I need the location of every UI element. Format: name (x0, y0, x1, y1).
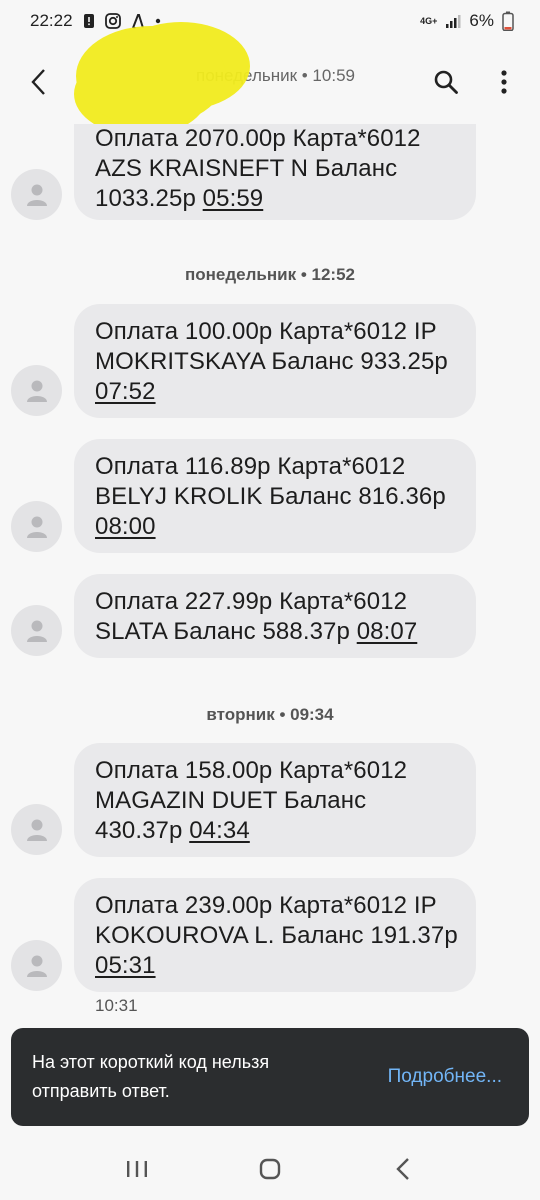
instagram-icon (104, 13, 121, 29)
sender-avatar (11, 940, 62, 991)
message-text: SLATA Баланс 588.37р (95, 618, 357, 645)
status-right: 4G+ 6% (420, 11, 514, 31)
conversation-title: понедельник • 10:59 (76, 26, 424, 126)
message-line: Оплата 158.00р Карта*6012 (95, 757, 408, 784)
date-separator: понедельник • 12:52 (185, 265, 355, 284)
message-list: Оплата 2070.00р Карта*6012 AZS KRAISNEFT… (0, 0, 540, 1200)
home-button[interactable] (240, 1144, 300, 1194)
message-line: MAGAZIN DUET Баланс (95, 787, 367, 814)
more-vert-icon (501, 70, 507, 94)
message-line: Оплата 116.89р Карта*6012 (95, 453, 406, 480)
message-line: Оплата 2070.00р Карта*6012 (95, 125, 421, 152)
alert-icon (83, 13, 95, 29)
message-bubble[interactable]: Оплата 158.00р Карта*6012 MAGAZIN DUET Б… (74, 743, 476, 857)
redaction-mark (76, 26, 226, 126)
message-bubble[interactable]: Оплата 227.99р Карта*6012 SLATA Баланс 5… (74, 574, 476, 658)
message-text: 1033.25р (95, 185, 203, 212)
dot-icon (155, 18, 161, 24)
message-time-link[interactable]: 05:31 (95, 952, 156, 979)
person-icon (26, 380, 47, 402)
message-line: Оплата 227.99р Карта*6012 (95, 588, 408, 615)
message-line: KOKOUROVA L. Баланс 191.37р (95, 922, 458, 949)
person-icon (26, 819, 47, 841)
message-time-link[interactable]: 07:52 (95, 378, 156, 405)
battery-percent: 6% (469, 11, 494, 30)
message-line: 1033.25р 05:59 (95, 184, 458, 214)
sender-avatar (11, 501, 62, 552)
message-timestamp: 10:31 (95, 996, 138, 1015)
message-line: 07:52 (95, 377, 458, 407)
message-time-link[interactable]: 08:00 (95, 513, 156, 540)
sender-avatar (11, 605, 62, 656)
network-type-icon: 4G+ (420, 16, 437, 26)
back-button[interactable] (18, 62, 58, 102)
message-bubble[interactable]: Оплата 100.00р Карта*6012 IP MOKRITSKAYA… (74, 304, 476, 418)
person-icon (26, 184, 47, 206)
sender-avatar (11, 804, 62, 855)
message-line: Оплата 239.00р Карта*6012 IP (95, 892, 437, 919)
status-bar: 22:22 4G+ 6% (0, 0, 540, 42)
learn-more-button[interactable]: Подробнее... (388, 1066, 502, 1088)
message-line: BELYJ KROLIK Баланс 816.36р (95, 483, 446, 510)
back-nav-icon (396, 1158, 410, 1180)
message-line: 05:31 (95, 951, 458, 981)
message-line: MOKRITSKAYA Баланс 933.25р (95, 348, 448, 375)
message-bubble[interactable]: Оплата 116.89р Карта*6012 BELYJ KROLIK Б… (74, 439, 476, 553)
search-icon (434, 70, 458, 94)
message-line: 08:00 (95, 512, 458, 542)
snackbar-message: На этот короткий код нельзя отправить от… (32, 1052, 270, 1101)
person-icon (26, 955, 47, 977)
message-line: Оплата 100.00р Карта*6012 IP (95, 318, 437, 345)
signal-icon (445, 13, 461, 29)
recent-apps-button[interactable] (107, 1144, 167, 1194)
date-separator: вторник • 09:34 (206, 705, 334, 724)
message-text: 430.37р (95, 817, 190, 844)
snackbar: На этот короткий код нельзя отправить от… (11, 1028, 529, 1126)
back-nav-button[interactable] (373, 1144, 433, 1194)
message-time-link[interactable]: 05:59 (203, 185, 264, 212)
battery-icon (502, 11, 514, 31)
status-time: 22:22 (30, 11, 73, 30)
message-line: SLATA Баланс 588.37р 08:07 (95, 617, 458, 647)
conversation-header: понедельник • 10:59 (0, 26, 540, 126)
home-icon (259, 1158, 281, 1180)
message-time-link[interactable]: 08:07 (357, 618, 418, 645)
system-nav-bar (0, 1138, 540, 1200)
message-line: 430.37р 04:34 (95, 816, 458, 846)
person-icon (26, 516, 47, 538)
sender-avatar (11, 169, 62, 220)
message-time-link[interactable]: 04:34 (189, 817, 250, 844)
header-actions (424, 60, 526, 104)
more-options-button[interactable] (482, 60, 526, 104)
sender-avatar (11, 365, 62, 416)
person-icon (26, 620, 47, 642)
message-line: AZS KRAISNEFT N Баланс (95, 155, 398, 182)
search-button[interactable] (424, 60, 468, 104)
network-type-label: 4G+ (420, 16, 438, 26)
message-bubble[interactable]: Оплата 239.00р Карта*6012 IP KOKOUROVA L… (74, 878, 476, 992)
recent-apps-icon (126, 1161, 147, 1177)
message-bubble[interactable]: Оплата 2070.00р Карта*6012 AZS KRAISNEFT… (74, 124, 476, 220)
chevron-left-icon (31, 69, 45, 95)
